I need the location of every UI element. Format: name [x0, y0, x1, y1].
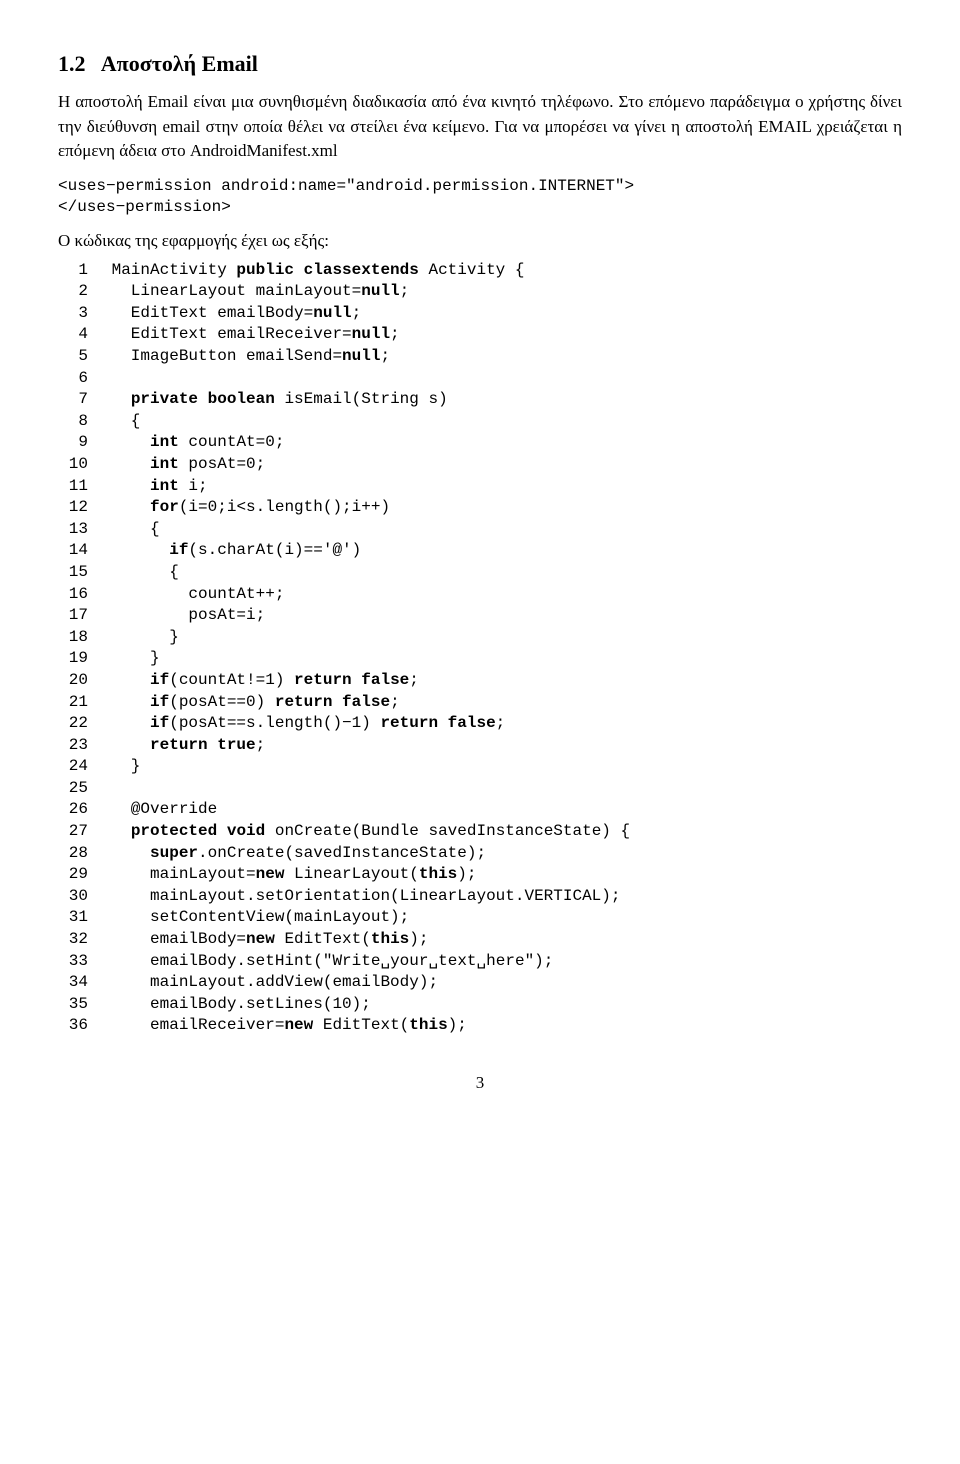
- line-number: 32: [58, 929, 88, 951]
- code-line: 2 LinearLayout mainLayout=null;: [58, 281, 902, 303]
- code-line: 13 {: [58, 519, 902, 541]
- code-line: 10 int posAt=0;: [58, 454, 902, 476]
- section-heading: 1.2 Αποστολή Email: [58, 48, 902, 80]
- line-number: 13: [58, 519, 88, 541]
- code-line: 17 posAt=i;: [58, 605, 902, 627]
- line-number: 33: [58, 951, 88, 973]
- line-number: 30: [58, 886, 88, 908]
- line-number: 10: [58, 454, 88, 476]
- line-number: 18: [58, 627, 88, 649]
- code-line: 24 }: [58, 756, 902, 778]
- code-line: 8 {: [58, 411, 902, 433]
- line-number: 8: [58, 411, 88, 433]
- line-number: 25: [58, 778, 88, 800]
- line-number: 24: [58, 756, 88, 778]
- line-number: 28: [58, 843, 88, 865]
- code-line: 12 for(i=0;i<s.length();i++): [58, 497, 902, 519]
- line-number: 17: [58, 605, 88, 627]
- section-title-text: Αποστολή Email: [101, 51, 258, 76]
- paragraph-2: Ο κώδικας της εφαρμογής έχει ως εξής:: [58, 229, 902, 254]
- code-line: 19 }: [58, 648, 902, 670]
- line-number: 11: [58, 476, 88, 498]
- code-line: 11 int i;: [58, 476, 902, 498]
- code-line: 20 if(countAt!=1) return false;: [58, 670, 902, 692]
- line-number: 27: [58, 821, 88, 843]
- line-number: 23: [58, 735, 88, 757]
- line-number: 3: [58, 303, 88, 325]
- code-line: 32 emailBody=new EditText(this);: [58, 929, 902, 951]
- code-main: 1 MainActivity public classextends Activ…: [58, 260, 902, 1037]
- line-number: 20: [58, 670, 88, 692]
- section-number: 1.2: [58, 51, 86, 76]
- code-line: 31 setContentView(mainLayout);: [58, 907, 902, 929]
- page-number: 3: [58, 1071, 902, 1096]
- line-number: 14: [58, 540, 88, 562]
- code-line: 33 emailBody.setHint("Write␣your␣text␣he…: [58, 951, 902, 973]
- paragraph-1: Η αποστολή Email είναι μια συνηθισμένη δ…: [58, 90, 902, 164]
- code-line: <uses−permission android:name="android.p…: [58, 176, 902, 198]
- code-line: 7 private boolean isEmail(String s): [58, 389, 902, 411]
- code-line: 30 mainLayout.setOrientation(LinearLayou…: [58, 886, 902, 908]
- line-number: 22: [58, 713, 88, 735]
- code-line: 16 countAt++;: [58, 584, 902, 606]
- code-line: 23 return true;: [58, 735, 902, 757]
- code-line: 5 ImageButton emailSend=null;: [58, 346, 902, 368]
- code-line: 15 {: [58, 562, 902, 584]
- code-line: </uses−permission>: [58, 197, 902, 219]
- code-line: 6: [58, 368, 902, 390]
- line-number: 19: [58, 648, 88, 670]
- line-number: 15: [58, 562, 88, 584]
- code-line: 29 mainLayout=new LinearLayout(this);: [58, 864, 902, 886]
- code-line: 4 EditText emailReceiver=null;: [58, 324, 902, 346]
- code-line: 3 EditText emailBody=null;: [58, 303, 902, 325]
- line-number: 4: [58, 324, 88, 346]
- code-line: 18 }: [58, 627, 902, 649]
- code-line: 14 if(s.charAt(i)=='@'): [58, 540, 902, 562]
- line-number: 16: [58, 584, 88, 606]
- code-line: 34 mainLayout.addView(emailBody);: [58, 972, 902, 994]
- line-number: 31: [58, 907, 88, 929]
- code-line: 1 MainActivity public classextends Activ…: [58, 260, 902, 282]
- code-line: 22 if(posAt==s.length()−1) return false;: [58, 713, 902, 735]
- line-number: 36: [58, 1015, 88, 1037]
- line-number: 34: [58, 972, 88, 994]
- code-line: 26 @Override: [58, 799, 902, 821]
- code-line: 25: [58, 778, 902, 800]
- line-number: 12: [58, 497, 88, 519]
- line-number: 9: [58, 432, 88, 454]
- code-line: 27 protected void onCreate(Bundle savedI…: [58, 821, 902, 843]
- code-line: 35 emailBody.setLines(10);: [58, 994, 902, 1016]
- line-number: 6: [58, 368, 88, 390]
- line-number: 1: [58, 260, 88, 282]
- code-manifest: <uses−permission android:name="android.p…: [58, 176, 902, 219]
- line-number: 35: [58, 994, 88, 1016]
- line-number: 5: [58, 346, 88, 368]
- line-number: 7: [58, 389, 88, 411]
- code-line: 21 if(posAt==0) return false;: [58, 692, 902, 714]
- code-line: 28 super.onCreate(savedInstanceState);: [58, 843, 902, 865]
- code-line: 9 int countAt=0;: [58, 432, 902, 454]
- code-line: 36 emailReceiver=new EditText(this);: [58, 1015, 902, 1037]
- line-number: 29: [58, 864, 88, 886]
- line-number: 21: [58, 692, 88, 714]
- line-number: 2: [58, 281, 88, 303]
- line-number: 26: [58, 799, 88, 821]
